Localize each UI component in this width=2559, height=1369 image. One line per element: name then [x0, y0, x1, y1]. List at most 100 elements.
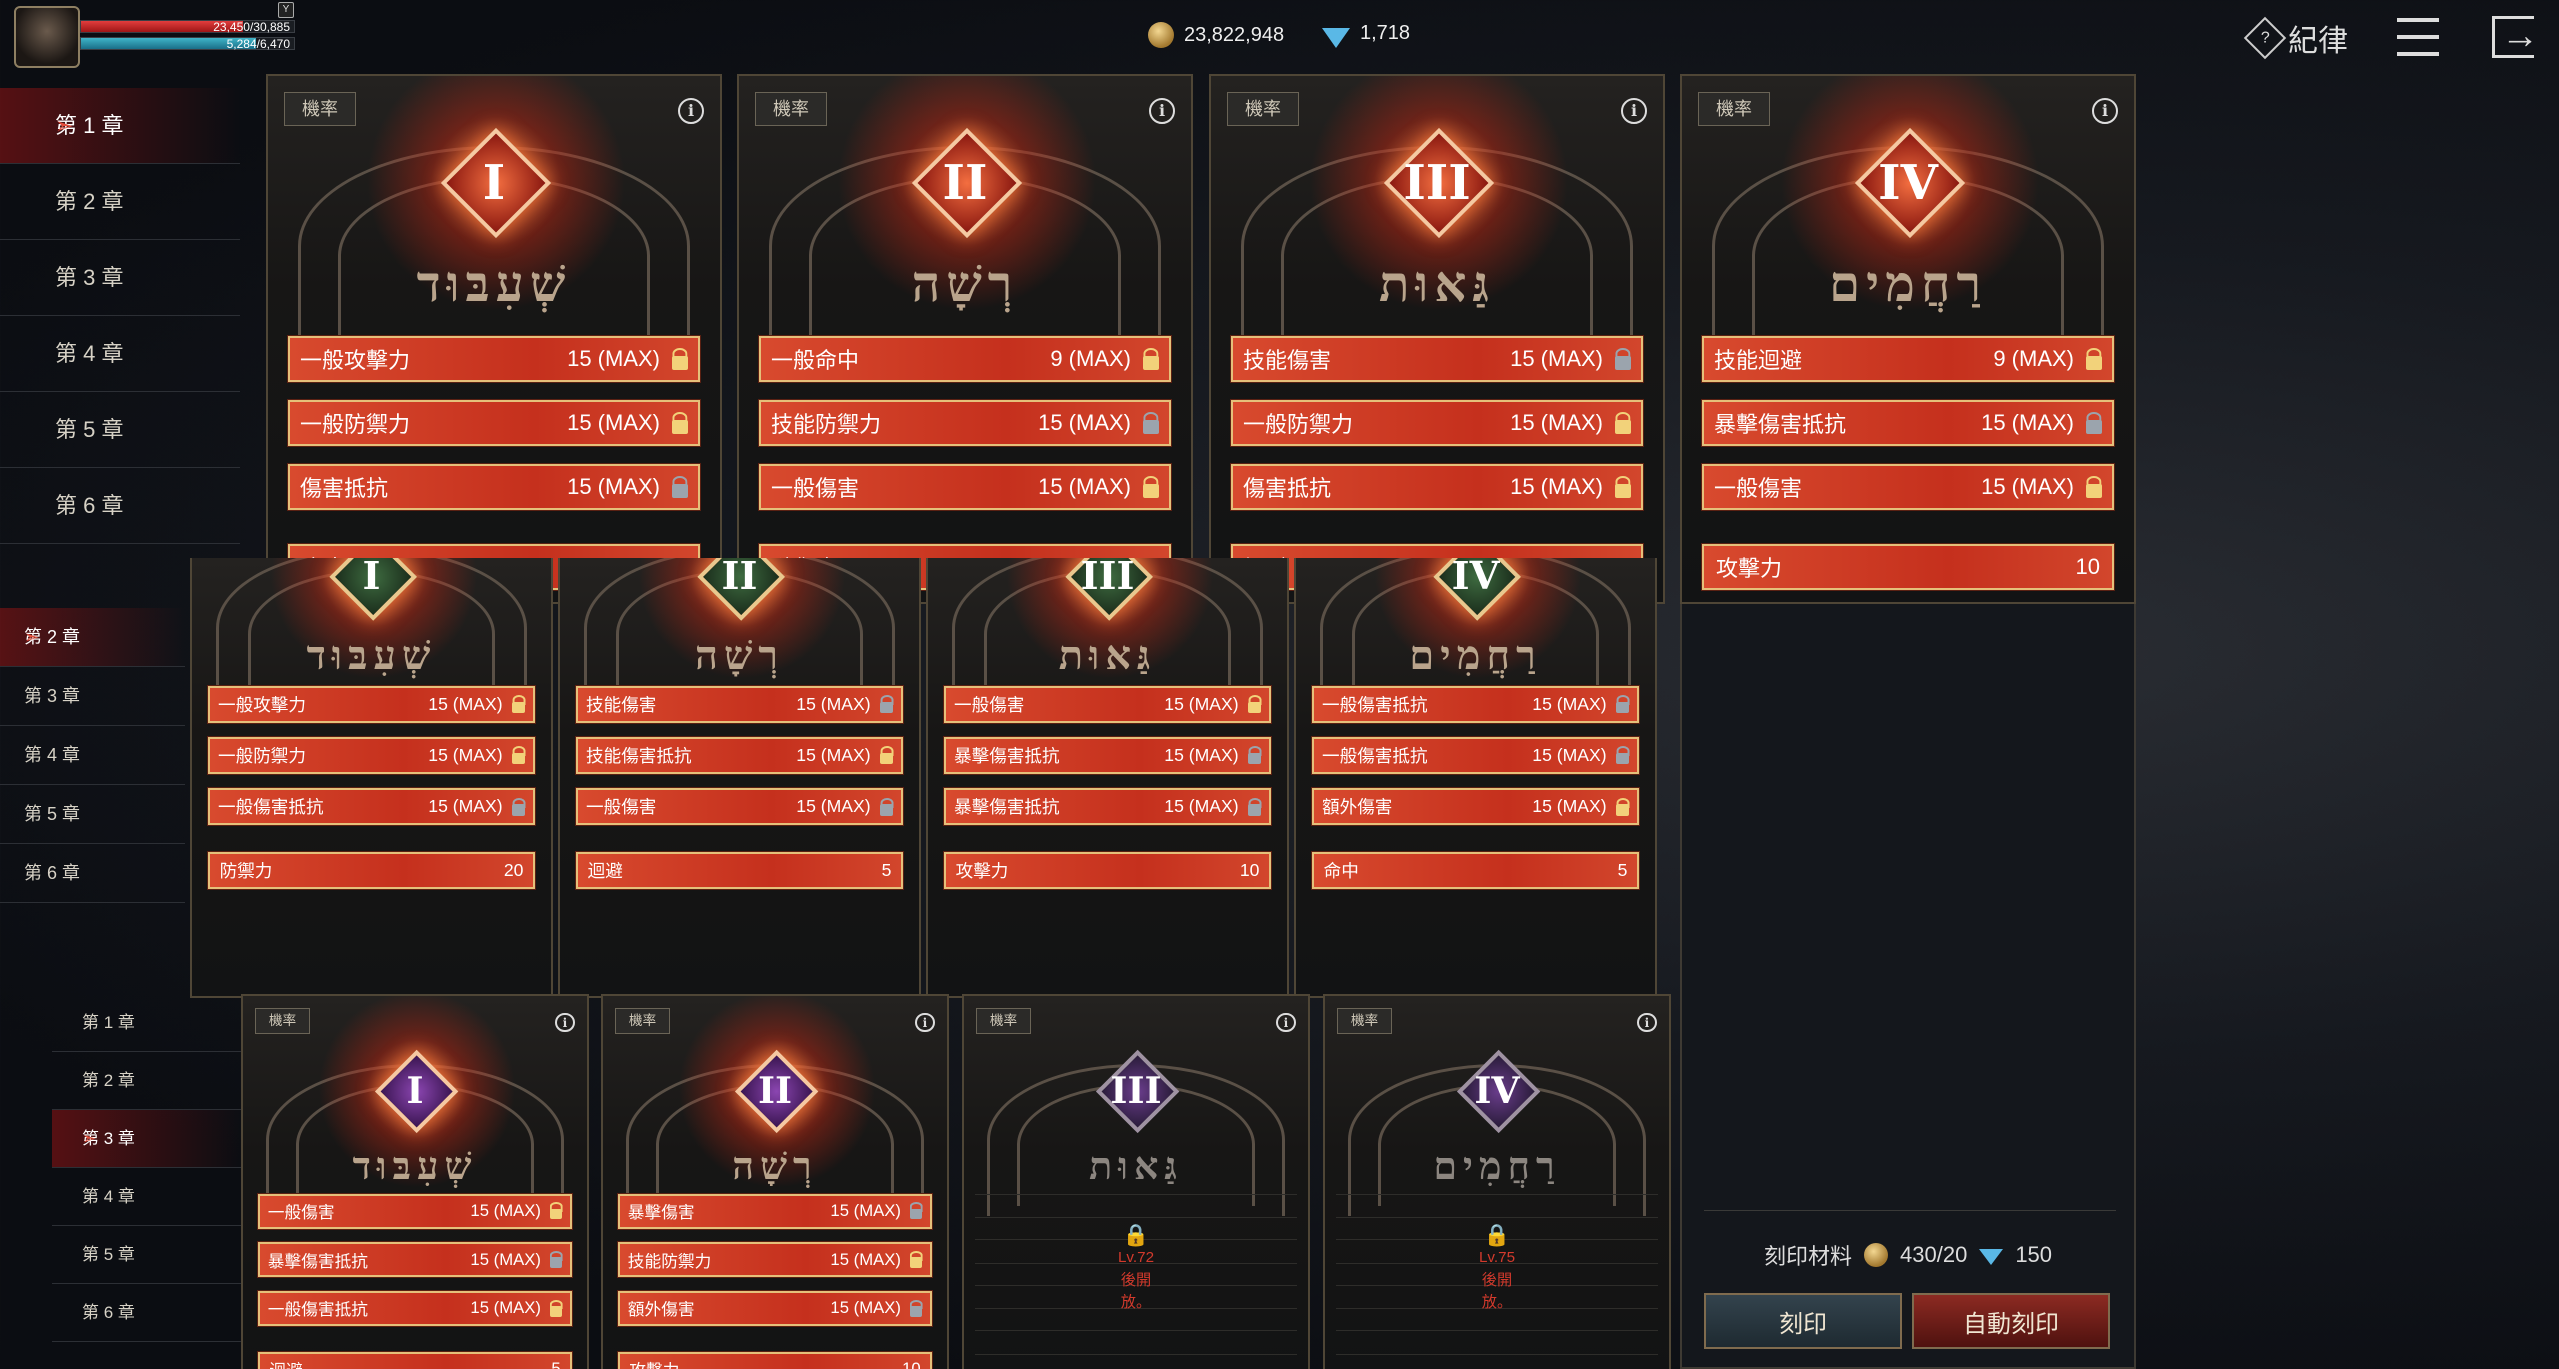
probability-button[interactable]: 機率	[755, 92, 827, 126]
stat-row[interactable]: 一般傷害抵抗 15 (MAX)	[1312, 737, 1639, 774]
stat-row[interactable]: 一般傷害 15 (MAX)	[576, 788, 903, 826]
info-icon[interactable]: i	[1276, 1012, 1296, 1033]
chapter-item[interactable]: 第 2 章	[52, 1052, 242, 1110]
stat-row[interactable]: 一般傷害抵抗 15 (MAX)	[258, 1290, 572, 1326]
stat-row[interactable]: 暴擊傷害抵抗 15 (MAX)	[258, 1242, 572, 1278]
unlock-icon[interactable]	[550, 1257, 563, 1269]
probability-button[interactable]: 機率	[1227, 92, 1299, 126]
stat-row[interactable]: 暴擊傷害抵抗 15 (MAX)	[1702, 400, 2114, 446]
stat-row[interactable]: 一般傷害 15 (MAX)	[1702, 464, 2114, 510]
lock-icon[interactable]	[672, 420, 688, 434]
hamburger-menu-icon[interactable]	[2397, 18, 2439, 56]
info-icon[interactable]: i	[1637, 1012, 1657, 1033]
stat-row[interactable]: 一般攻擊力 15 (MAX)	[208, 686, 535, 723]
info-icon[interactable]: i	[1621, 98, 1647, 124]
stat-row[interactable]: 一般傷害抵抗 15 (MAX)	[208, 788, 535, 826]
unlock-icon[interactable]	[1248, 753, 1261, 765]
stat-row[interactable]: 技能迴避 9 (MAX)	[1702, 336, 2114, 382]
chapter-item[interactable]: 第 6 章	[0, 468, 240, 544]
stat-row[interactable]: 額外傷害 15 (MAX)	[1312, 788, 1639, 826]
chapter-item[interactable]: 第 3 章	[0, 240, 240, 316]
probability-button[interactable]: 機率	[255, 1008, 310, 1034]
lock-icon[interactable]	[1143, 356, 1159, 370]
info-icon[interactable]: i	[678, 98, 704, 124]
discipline-button[interactable]: ? 紀律	[2243, 16, 2348, 60]
unlock-icon[interactable]	[1248, 804, 1261, 816]
unlock-icon[interactable]	[512, 804, 525, 816]
unlock-icon[interactable]	[910, 1306, 923, 1317]
chapter-item[interactable]: 第 5 章	[0, 392, 240, 468]
chapter-item[interactable]: 第 3 章	[52, 1110, 242, 1168]
auto-engrave-button[interactable]: 自動刻印	[1912, 1293, 2110, 1349]
stat-row[interactable]: 技能防禦力 15 (MAX)	[759, 400, 1171, 446]
chapter-item[interactable]: 第 5 章	[0, 785, 185, 844]
unlock-icon[interactable]	[1615, 356, 1631, 370]
lock-icon[interactable]	[550, 1208, 563, 1220]
probability-button[interactable]: 機率	[284, 92, 356, 126]
lock-icon[interactable]	[880, 753, 893, 765]
player-avatar[interactable]	[14, 6, 80, 68]
probability-button[interactable]: 機率	[1337, 1008, 1392, 1034]
stat-row[interactable]: 傷害抵抗 15 (MAX)	[288, 464, 700, 510]
stat-row[interactable]: 技能防禦力 15 (MAX)	[618, 1242, 932, 1278]
stat-row[interactable]: 一般防禦力 15 (MAX)	[1231, 400, 1643, 446]
probability-button[interactable]: 機率	[976, 1008, 1031, 1034]
stat-row[interactable]: 一般防禦力 15 (MAX)	[288, 400, 700, 446]
lock-icon[interactable]	[2086, 484, 2102, 498]
chapter-item[interactable]: 第 2 章	[0, 164, 240, 240]
unlock-icon[interactable]	[1616, 753, 1629, 765]
probability-button[interactable]: 機率	[615, 1008, 670, 1034]
stat-name: 一般攻擊力	[218, 694, 306, 715]
stat-row[interactable]: 技能傷害抵抗 15 (MAX)	[576, 737, 903, 774]
stat-row[interactable]: 暴擊傷害抵抗 15 (MAX)	[944, 737, 1271, 774]
lock-icon[interactable]	[1143, 484, 1159, 498]
unlock-icon[interactable]	[672, 484, 688, 498]
stat-row[interactable]: 一般傷害 15 (MAX)	[258, 1193, 572, 1229]
stat-row[interactable]: 一般命中 9 (MAX)	[759, 336, 1171, 382]
lock-icon[interactable]	[672, 356, 688, 370]
chapter-item[interactable]: 第 2 章	[0, 608, 185, 667]
info-icon[interactable]: i	[915, 1012, 935, 1033]
probability-button[interactable]: 機率	[1698, 92, 1770, 126]
stat-row[interactable]: 暴擊傷害抵抗 15 (MAX)	[944, 788, 1271, 826]
chapter-item[interactable]: 第 6 章	[52, 1284, 242, 1342]
stat-row[interactable]: 一般防禦力 15 (MAX)	[208, 737, 535, 774]
chapter-item[interactable]: 第 1 章	[0, 88, 240, 164]
stat-row[interactable]: 技能傷害 15 (MAX)	[576, 686, 903, 723]
unlock-icon[interactable]	[880, 702, 893, 714]
unlock-icon[interactable]	[1143, 420, 1159, 434]
lock-icon[interactable]	[512, 702, 525, 714]
chapter-item[interactable]: 第 5 章	[52, 1226, 242, 1284]
stat-row[interactable]: 暴擊傷害 15 (MAX)	[618, 1193, 932, 1229]
engrave-button[interactable]: 刻印	[1704, 1293, 1902, 1349]
chapter-item[interactable]: 第 4 章	[0, 316, 240, 392]
unlock-icon[interactable]	[2086, 420, 2102, 434]
exit-icon[interactable]	[2492, 15, 2539, 58]
info-icon[interactable]: i	[2092, 98, 2118, 124]
stat-row[interactable]: 技能傷害 15 (MAX)	[1231, 336, 1643, 382]
stat-row[interactable]: 一般傷害抵抗 15 (MAX)	[1312, 686, 1639, 723]
chapter-item[interactable]: 第 6 章	[0, 844, 185, 903]
lock-icon[interactable]	[2086, 356, 2102, 370]
lock-icon[interactable]	[1616, 804, 1629, 816]
lock-icon[interactable]	[1615, 420, 1631, 434]
lock-icon[interactable]	[512, 753, 525, 765]
chapter-item[interactable]: 第 4 章	[0, 726, 185, 785]
stat-row[interactable]: 一般傷害 15 (MAX)	[944, 686, 1271, 723]
chapter-item[interactable]: 第 1 章	[52, 994, 242, 1052]
stat-row[interactable]: 一般傷害 15 (MAX)	[759, 464, 1171, 510]
info-icon[interactable]: i	[555, 1012, 575, 1033]
lock-icon[interactable]	[550, 1306, 563, 1317]
lock-icon[interactable]	[1615, 484, 1631, 498]
chapter-item[interactable]: 第 3 章	[0, 667, 185, 726]
unlock-icon[interactable]	[880, 804, 893, 816]
chapter-item[interactable]: 第 4 章	[52, 1168, 242, 1226]
unlock-icon[interactable]	[910, 1208, 923, 1220]
info-icon[interactable]: i	[1149, 98, 1175, 124]
stat-row[interactable]: 額外傷害 15 (MAX)	[618, 1290, 932, 1326]
lock-icon[interactable]	[1248, 702, 1261, 714]
stat-row[interactable]: 傷害抵抗 15 (MAX)	[1231, 464, 1643, 510]
unlock-icon[interactable]	[1616, 702, 1629, 714]
lock-icon[interactable]	[910, 1257, 923, 1269]
stat-row[interactable]: 一般攻擊力 15 (MAX)	[288, 336, 700, 382]
